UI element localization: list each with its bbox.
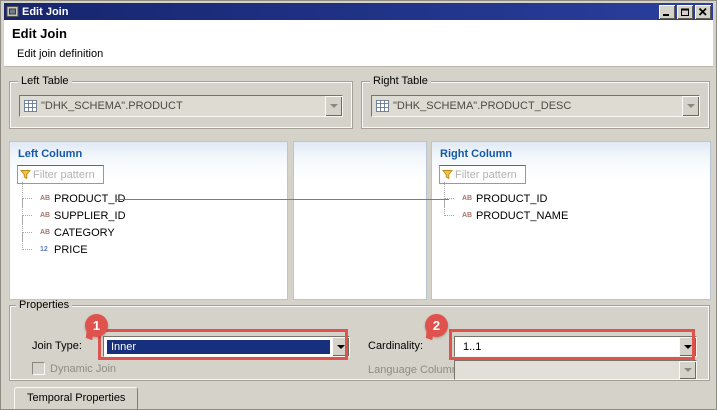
- minimize-icon: [663, 8, 671, 16]
- annotation-badge-2: 2: [425, 314, 448, 337]
- join-type-label: Join Type:: [32, 340, 82, 352]
- properties-legend: Properties: [16, 299, 72, 311]
- right-filter-box[interactable]: [439, 165, 526, 184]
- column-item-price[interactable]: 12 PRICE: [16, 241, 285, 258]
- left-table-value: "DHK_SCHEMA".PRODUCT: [38, 100, 325, 112]
- language-column-label: Language Column:: [368, 364, 461, 376]
- annotation-badge-1: 1: [85, 314, 108, 337]
- window-icon: [6, 5, 19, 18]
- column-item-supplier-id[interactable]: AB SUPPLIER_ID: [16, 207, 285, 224]
- varchar-type-icon: AB: [462, 195, 476, 202]
- column-item-product-name[interactable]: AB PRODUCT_NAME: [438, 207, 708, 224]
- annotation-box-2: [449, 329, 695, 360]
- join-connector-line: [116, 199, 449, 200]
- dynamic-join-label: Dynamic Join: [50, 363, 116, 375]
- annotation-box-1: [98, 329, 348, 360]
- right-filter-input[interactable]: [455, 169, 523, 181]
- right-table-legend: Right Table: [370, 75, 431, 87]
- filter-funnel-icon: [20, 169, 31, 180]
- left-column-panel: Left Column AB PRODUCT_ID AB SUPPLIER_ID…: [9, 141, 288, 300]
- cardinality-label: Cardinality:: [368, 340, 423, 352]
- dynamic-join-checkbox: [32, 362, 45, 375]
- tab-temporal-properties[interactable]: Temporal Properties: [14, 387, 138, 410]
- window-title: Edit Join: [22, 6, 659, 18]
- page-subtitle: Edit join definition: [17, 48, 103, 60]
- varchar-type-icon: AB: [40, 229, 54, 236]
- right-column-tree: AB PRODUCT_ID AB PRODUCT_NAME: [438, 190, 708, 224]
- right-table-value: "DHK_SCHEMA".PRODUCT_DESC: [390, 100, 682, 112]
- varchar-type-icon: AB: [40, 195, 54, 202]
- right-table-select: "DHK_SCHEMA".PRODUCT_DESC: [371, 95, 700, 117]
- join-canvas-panel: [293, 141, 427, 300]
- dropdown-arrow-icon: [682, 96, 699, 116]
- right-column-panel: Right Column AB PRODUCT_ID AB PRODUCT_NA…: [431, 141, 711, 300]
- numeric-type-icon: 12: [40, 246, 54, 253]
- close-icon: [699, 8, 707, 16]
- window-titlebar: Edit Join: [4, 3, 713, 20]
- dropdown-arrow-icon: [679, 361, 696, 379]
- left-column-title: Left Column: [18, 148, 82, 160]
- left-table-legend: Left Table: [18, 75, 72, 87]
- edit-join-dialog: Edit Join Edit Join Edit join definition…: [0, 0, 717, 410]
- right-column-title: Right Column: [440, 148, 512, 160]
- table-icon: [376, 100, 389, 112]
- column-item-product-id[interactable]: AB PRODUCT_ID: [438, 190, 708, 207]
- filter-funnel-icon: [442, 169, 453, 180]
- page-title: Edit Join: [12, 26, 67, 41]
- language-column-select: [454, 360, 697, 380]
- right-table-group: Right Table "DHK_SCHEMA".PRODUCT_DESC: [361, 81, 710, 129]
- maximize-button[interactable]: [677, 5, 693, 19]
- left-column-tree: AB PRODUCT_ID AB SUPPLIER_ID AB CATEGORY…: [16, 190, 285, 258]
- left-table-group: Left Table "DHK_SCHEMA".PRODUCT: [9, 81, 353, 129]
- left-filter-input[interactable]: [33, 169, 101, 181]
- minimize-button[interactable]: [659, 5, 675, 19]
- dialog-header: Edit Join Edit join definition: [4, 20, 713, 67]
- maximize-icon: [681, 8, 690, 16]
- close-button[interactable]: [695, 5, 711, 19]
- varchar-type-icon: AB: [462, 212, 476, 219]
- dropdown-arrow-icon: [325, 96, 342, 116]
- left-filter-box[interactable]: [17, 165, 104, 184]
- left-table-select: "DHK_SCHEMA".PRODUCT: [19, 95, 343, 117]
- varchar-type-icon: AB: [40, 212, 54, 219]
- column-item-category[interactable]: AB CATEGORY: [16, 224, 285, 241]
- table-icon: [24, 100, 37, 112]
